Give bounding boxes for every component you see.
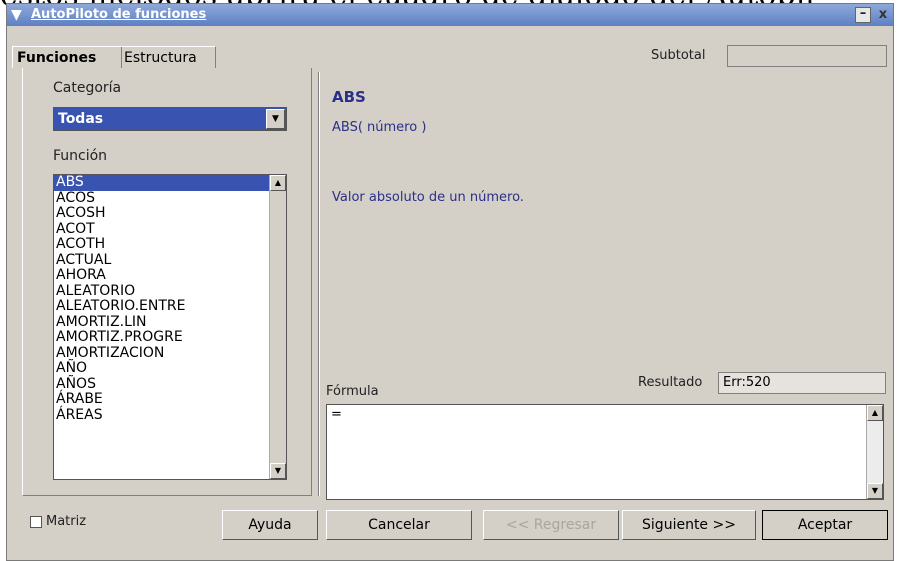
- result-label: Resultado: [638, 375, 703, 390]
- back-button[interactable]: << Regresar: [483, 510, 619, 540]
- function-list-item[interactable]: AMORTIZACION: [54, 345, 270, 362]
- function-name: ABS: [332, 88, 366, 106]
- result-field: Err:520: [718, 372, 886, 394]
- cancel-button[interactable]: Cancelar: [326, 510, 472, 540]
- category-label: Categoría: [53, 80, 122, 96]
- close-icon[interactable]: x: [875, 7, 891, 23]
- formula-editor[interactable]: = ▲ ▼: [326, 404, 884, 500]
- scroll-up-icon[interactable]: ▲: [270, 175, 286, 191]
- function-list-item[interactable]: AÑO: [54, 361, 270, 377]
- minimize-icon[interactable]: –: [855, 7, 871, 23]
- chevron-down-icon[interactable]: ▼: [266, 109, 285, 129]
- tab-estructura[interactable]: Estructura: [120, 46, 216, 68]
- function-description: Valor absoluto de un número.: [332, 190, 524, 205]
- function-list-item[interactable]: AMORTIZ.PROGRE: [54, 330, 270, 346]
- function-list-item[interactable]: ALEATORIO.ENTRE: [54, 299, 270, 315]
- function-list-item[interactable]: ACOSH: [54, 206, 270, 222]
- function-list-item[interactable]: AÑOS: [54, 376, 270, 393]
- window-title: AutoPiloto de funciones: [31, 7, 207, 22]
- scroll-up-icon[interactable]: ▲: [867, 405, 883, 421]
- function-list-item[interactable]: ÁREAS: [54, 407, 270, 424]
- function-label: Función: [53, 148, 108, 164]
- function-list-scrollbar[interactable]: ▲ ▼: [269, 175, 286, 479]
- tab-funciones[interactable]: Funciones: [12, 46, 122, 68]
- function-list-item[interactable]: ABS: [54, 175, 270, 191]
- formula-scrollbar[interactable]: ▲ ▼: [866, 405, 883, 499]
- function-list[interactable]: ABS ACOS ACOSH ACOT ACOTH ACTUAL AHORA ALEATORI…: [53, 174, 287, 480]
- help-button[interactable]: Ayuda: [222, 510, 318, 540]
- function-list-item[interactable]: AHORA: [54, 268, 270, 284]
- matrix-checkbox[interactable]: [30, 516, 42, 528]
- next-button[interactable]: Siguiente >>: [622, 510, 756, 540]
- panel-divider: [318, 72, 320, 496]
- function-list-item[interactable]: ACOT: [54, 221, 270, 238]
- scroll-down-icon[interactable]: ▼: [270, 463, 286, 479]
- subtotal-label: Subtotal: [651, 48, 706, 63]
- scroll-down-icon[interactable]: ▼: [867, 483, 883, 499]
- function-list-item[interactable]: ACTUAL: [54, 252, 270, 269]
- function-list-item[interactable]: ÁRABE: [54, 392, 270, 408]
- category-selected-value: Todas: [58, 111, 104, 127]
- function-list-item[interactable]: ACOTH: [54, 237, 270, 253]
- function-list-items: ABS ACOS ACOSH ACOT ACOTH ACTUAL AHORA ALEATORI…: [54, 175, 270, 423]
- function-list-item[interactable]: AMORTIZ.LIN: [54, 314, 270, 331]
- matrix-label: Matriz: [46, 514, 87, 529]
- ok-button[interactable]: Aceptar: [762, 510, 888, 540]
- window-menu-icon[interactable]: ▼: [11, 4, 27, 26]
- formula-text: =: [331, 407, 342, 422]
- function-list-item[interactable]: ACOS: [54, 190, 270, 207]
- formula-label: Fórmula: [326, 384, 379, 399]
- subtotal-field: [727, 45, 887, 67]
- function-syntax: ABS( número ): [332, 120, 427, 135]
- title-bar[interactable]: ▼ AutoPiloto de funciones – x: [7, 4, 893, 26]
- function-list-item[interactable]: ALEATORIO: [54, 283, 270, 300]
- category-select[interactable]: Todas ▼: [53, 107, 287, 131]
